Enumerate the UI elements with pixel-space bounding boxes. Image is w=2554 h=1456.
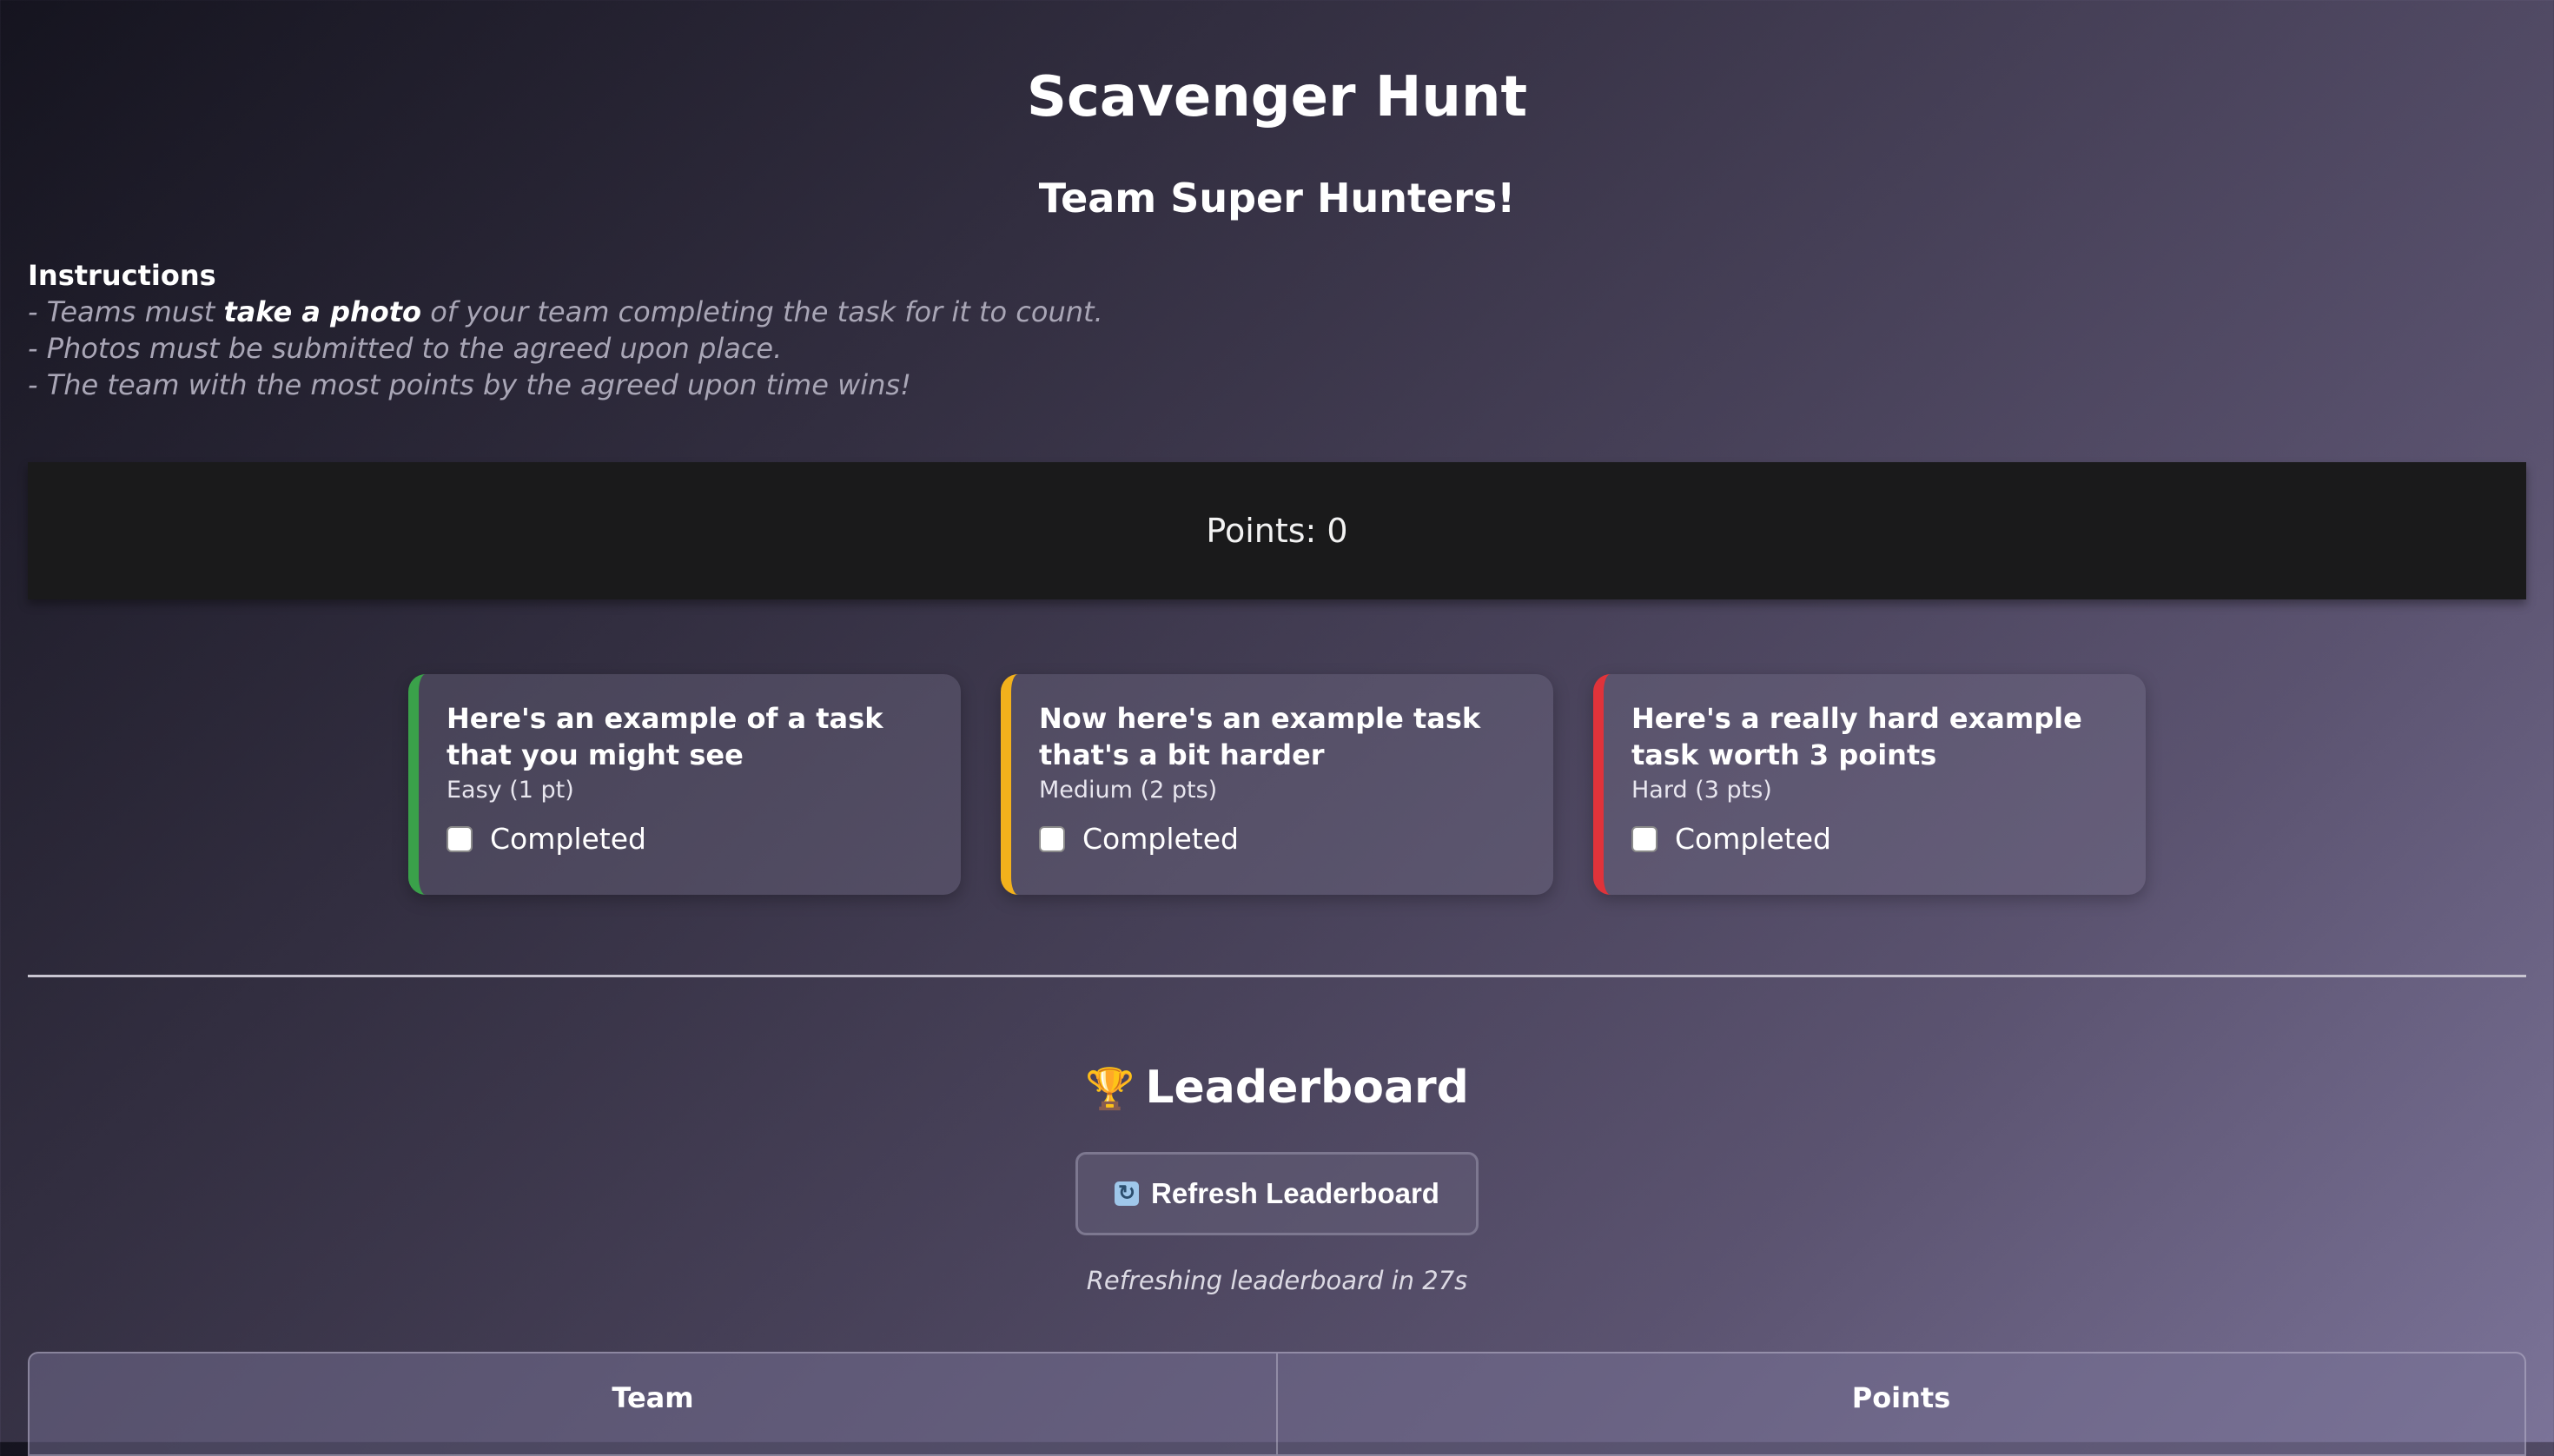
leaderboard-title: 🏆 Leaderboard (28, 1055, 2526, 1122)
instructions-title: Instructions (28, 259, 216, 292)
leaderboard-table: Team Points (28, 1352, 2526, 1456)
points-bar: Points: 0 (28, 462, 2526, 599)
instructions: Instructions - Teams must take a photo o… (28, 257, 1103, 403)
section-divider (28, 975, 2526, 977)
completed-checkbox[interactable] (1631, 825, 1657, 852)
column-header-team: Team (612, 1381, 694, 1414)
completed-label: Completed (1082, 822, 1239, 856)
points-label: Points: 0 (1206, 512, 1348, 550)
task-title: Now here's an example task that's a bit … (1039, 702, 1481, 771)
page-title: Scavenger Hunt (1026, 65, 1528, 129)
task-card: Here's a really hard example task worth … (1593, 674, 2146, 895)
column-header-points: Points (1276, 1353, 2524, 1454)
completed-checkbox[interactable] (447, 825, 473, 852)
task-difficulty: Medium (2 pts) (1039, 777, 1218, 804)
refresh-icon: ↻ (1115, 1181, 1140, 1206)
task-completed-toggle[interactable]: Completed (1631, 822, 2118, 856)
task-title: Here's a really hard example task worth … (1631, 702, 2082, 771)
task-title: Here's an example of a task that you mig… (447, 702, 883, 771)
instruction-emphasis: take a photo (223, 295, 422, 328)
task-list: Here's an example of a task that you mig… (408, 674, 2146, 895)
instruction-line-1-post: of your team completing the task for it … (421, 295, 1103, 328)
completed-label: Completed (1675, 822, 1831, 856)
task-card: Now here's an example task that's a bit … (1001, 674, 1553, 895)
instruction-line-1-pre: - Teams must (28, 295, 224, 328)
team-name: Team Super Hunters! (1038, 175, 1516, 222)
page: Scavenger Hunt Team Super Hunters! Instr… (28, 0, 2526, 1456)
task-completed-toggle[interactable]: Completed (1039, 822, 1525, 856)
refresh-leaderboard-button[interactable]: ↻ Refresh Leaderboard (1075, 1152, 1479, 1235)
trophy-icon: 🏆 (1085, 1065, 1135, 1112)
refresh-leaderboard-label: Refresh Leaderboard (1151, 1177, 1439, 1209)
instruction-line-3: - The team with the most points by the a… (28, 368, 911, 401)
task-difficulty: Easy (1 pt) (447, 777, 574, 804)
task-card: Here's an example of a task that you mig… (408, 674, 961, 895)
instruction-line-1: - Teams must take a photo of your team c… (28, 294, 1103, 330)
completed-checkbox[interactable] (1039, 825, 1065, 852)
leaderboard-title-text: Leaderboard (1145, 1062, 1469, 1114)
refresh-status: Refreshing leaderboard in 27s (1086, 1266, 1468, 1295)
completed-label: Completed (490, 822, 646, 856)
instruction-line-2: - Photos must be submitted to the agreed… (28, 332, 783, 365)
task-completed-toggle[interactable]: Completed (447, 822, 933, 856)
task-difficulty: Hard (3 pts) (1631, 777, 1772, 804)
